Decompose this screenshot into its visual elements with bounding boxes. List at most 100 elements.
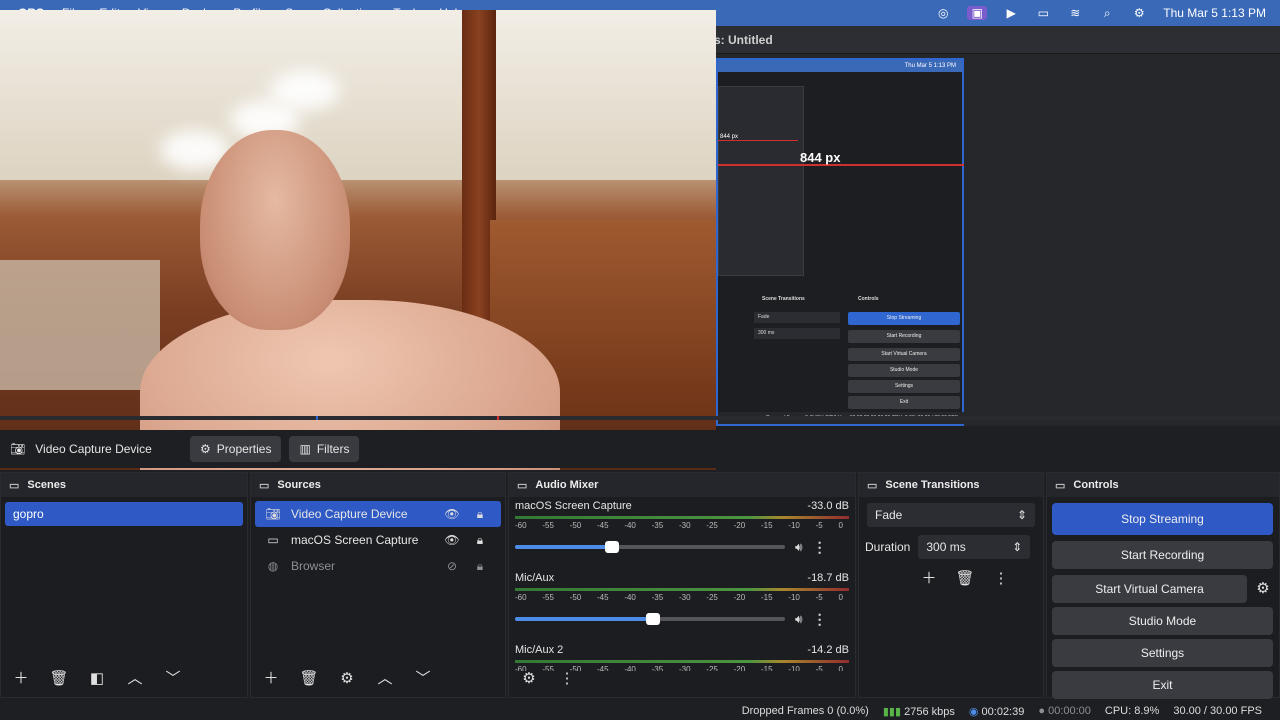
source-name: macOS Screen Capture — [291, 533, 419, 547]
stream-icon: ◉ — [968, 705, 979, 718]
volume-slider[interactable] — [515, 613, 785, 625]
add-source-button[interactable]: ＋ — [259, 667, 283, 691]
volume-slider-row: 🔊︎ ⋮ — [515, 610, 849, 628]
remove-transition-button[interactable]: 🗑︎ — [953, 567, 977, 591]
tick-label: -50 — [569, 521, 582, 530]
channel-name: macOS Screen Capture — [515, 500, 632, 512]
source-item-screen-capture[interactable]: ▭ macOS Screen Capture 👁︎ 🔒︎ — [255, 527, 501, 553]
start-virtual-camera-button[interactable]: Start Virtual Camera — [1052, 575, 1247, 603]
scenes-header[interactable]: ▭ Scenes — [1, 473, 247, 497]
speaker-icon[interactable]: 🔊︎ — [795, 612, 803, 627]
play-icon[interactable]: ▶ — [1003, 6, 1019, 20]
tick-label: 0 — [838, 593, 843, 602]
updown-icon: ⇕ — [1016, 508, 1027, 522]
tick-label: -30 — [678, 593, 691, 602]
speaker-icon[interactable]: 🔊︎ — [795, 540, 803, 555]
person-head — [200, 130, 350, 330]
mixer-settings-button[interactable]: ⚙ — [517, 667, 541, 691]
preview-canvas[interactable]: Thu Mar 5 1:13 PM 844 px 844 px Scene Tr… — [0, 10, 1280, 470]
tick-label: -30 — [678, 521, 691, 530]
transitions-title: Scene Transitions — [885, 479, 980, 491]
source-item-video-capture[interactable]: 📷︎ Video Capture Device 👁︎ 🔒︎ — [255, 501, 501, 527]
scene-filters-button[interactable]: ◧ — [85, 667, 109, 691]
volume-slider[interactable] — [515, 541, 785, 553]
bitrate-value: 2756 kbps — [904, 705, 955, 718]
volume-knob[interactable] — [645, 613, 660, 625]
lock-icon[interactable]: 🔒︎ — [471, 507, 489, 522]
camera-light — [270, 70, 340, 110]
selected-source-name: Video Capture Device — [35, 442, 152, 456]
sources-dock: ▭ Sources 📷︎ Video Capture Device 👁︎ 🔒︎ … — [250, 472, 506, 698]
channel-db: -14.2 dB — [807, 644, 849, 656]
transition-more-button[interactable]: ⋮ — [989, 567, 1013, 591]
exit-button[interactable]: Exit — [1052, 671, 1273, 699]
controls-title: Controls — [1073, 479, 1119, 491]
scene-item[interactable]: gopro — [5, 502, 243, 526]
record-time-value: 00:00:00 — [1048, 705, 1091, 717]
studio-mode-button[interactable]: Studio Mode — [1052, 607, 1273, 635]
lock-icon[interactable]: 🔒︎ — [471, 533, 489, 548]
source-down-button[interactable]: ﹀ — [411, 667, 435, 691]
filters-icon: ▥ — [299, 442, 311, 456]
control-center-icon[interactable]: ⚙ — [1131, 6, 1147, 20]
mixer-title: Audio Mixer — [535, 479, 599, 491]
scene-up-button[interactable]: ︿ — [123, 667, 147, 691]
settings-button[interactable]: Settings — [1052, 639, 1273, 667]
source-item-browser[interactable]: ◍ Browser ⊘ 🔒︎ — [255, 553, 501, 579]
monitor-icon: ▭ — [267, 533, 279, 547]
nested-controls-title: Controls — [858, 296, 879, 302]
obs-tray-icon[interactable]: ◎ — [935, 6, 951, 20]
sources-title: Sources — [277, 479, 321, 491]
tick-label: -5 — [815, 521, 823, 530]
search-icon[interactable]: ⌕ — [1099, 6, 1115, 20]
screen-record-icon[interactable]: ▣ — [967, 6, 988, 20]
tick-label: -40 — [624, 593, 636, 602]
eye-icon[interactable]: 👁︎ — [443, 533, 461, 547]
mixer-more-button[interactable]: ⋮ — [555, 667, 579, 691]
gear-icon: ⚙ — [200, 442, 211, 456]
clock[interactable]: Thu Mar 5 1:13 PM — [1163, 6, 1266, 20]
scene-down-button[interactable]: ﹀ — [161, 667, 185, 691]
remove-source-button[interactable]: 🗑︎ — [297, 667, 321, 691]
eye-icon[interactable]: 👁︎ — [443, 507, 461, 521]
virtual-camera-settings-icon[interactable]: ⚙ — [1251, 577, 1275, 601]
tick-label: -45 — [596, 593, 609, 602]
audio-mixer-dock: ▭ Audio Mixer macOS Screen Capture -33.0 … — [508, 472, 856, 698]
duration-spinbox[interactable]: 300 ms ⇕ — [918, 535, 1031, 559]
channel-header: macOS Screen Capture -33.0 dB — [515, 497, 849, 512]
tick-label: -20 — [733, 521, 746, 530]
tick-label: -60 — [515, 593, 527, 602]
volume-fill — [515, 545, 613, 549]
start-recording-button[interactable]: Start Recording — [1052, 541, 1273, 569]
remove-scene-button[interactable]: 🗑︎ — [47, 667, 71, 691]
tick-label: 0 — [838, 521, 843, 530]
source-name: Video Capture Device — [291, 507, 408, 521]
sources-header[interactable]: ▭ Sources — [251, 473, 505, 497]
source-properties-button[interactable]: ⚙ — [335, 667, 359, 691]
filters-button[interactable]: ▥ Filters — [289, 436, 360, 462]
channel-more-icon[interactable]: ⋮ — [813, 539, 827, 556]
nested-stop-streaming: Stop Streaming — [848, 312, 960, 325]
wifi-icon[interactable]: ≋ — [1067, 6, 1083, 20]
source-name: Browser — [291, 559, 336, 573]
properties-button[interactable]: ⚙ Properties — [190, 436, 282, 462]
add-transition-button[interactable]: ＋ — [917, 567, 941, 591]
volume-fill — [515, 617, 653, 621]
controls-header[interactable]: ▭ Controls — [1047, 473, 1279, 497]
transitions-header[interactable]: ▭ Scene Transitions — [859, 473, 1043, 497]
tick-label: -15 — [760, 593, 773, 602]
tick-label: -25 — [706, 593, 718, 602]
volume-knob[interactable] — [605, 541, 620, 553]
lock-icon[interactable]: 🔒︎ — [471, 559, 489, 574]
transition-select[interactable]: Fade ⇕ — [867, 503, 1035, 527]
nested-exit: Exit — [848, 396, 960, 409]
channel-more-icon[interactable]: ⋮ — [813, 611, 827, 628]
source-up-button[interactable]: ︿ — [373, 667, 397, 691]
stop-streaming-button[interactable]: Stop Streaming — [1052, 503, 1273, 535]
tick-label: -45 — [596, 521, 609, 530]
eye-hidden-icon[interactable]: ⊘ — [443, 559, 461, 573]
scenes-toolbar: ＋ 🗑︎ ◧ ︿ ﹀ — [1, 661, 247, 697]
add-scene-button[interactable]: ＋ — [9, 667, 33, 691]
battery-icon[interactable]: ▭ — [1035, 6, 1051, 20]
mixer-header[interactable]: ▭ Audio Mixer — [509, 473, 855, 497]
